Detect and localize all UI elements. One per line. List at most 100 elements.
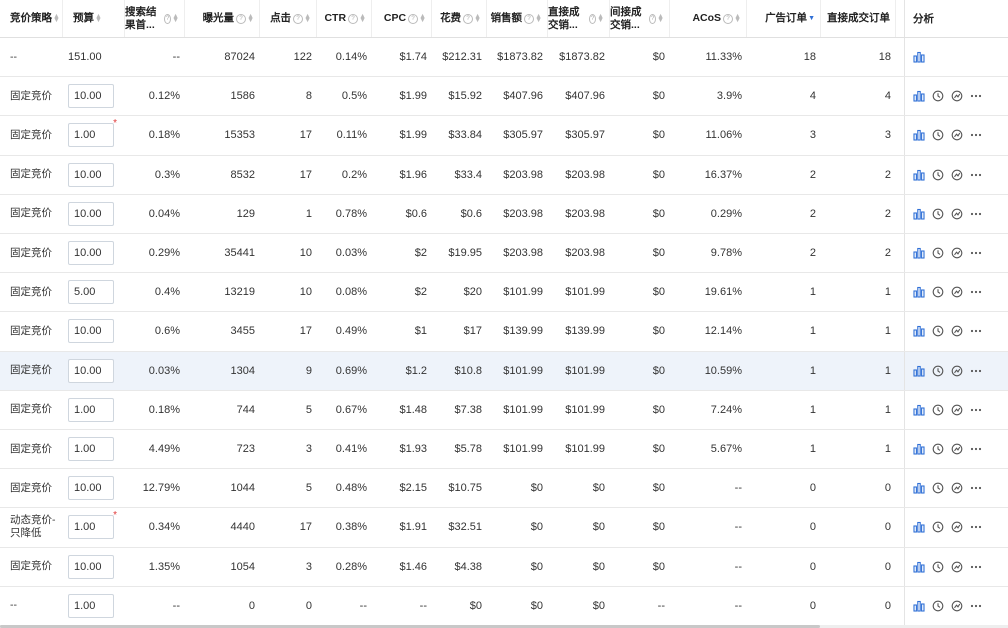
clock-icon[interactable] — [932, 600, 944, 612]
help-icon[interactable]: ? — [236, 13, 247, 24]
budget-input[interactable]: 10.00 — [68, 319, 114, 344]
more-icon[interactable] — [970, 129, 982, 141]
search-analyze-icon[interactable] — [951, 482, 963, 494]
budget-input[interactable]: 10.00 — [68, 476, 114, 501]
search-analyze-icon[interactable] — [951, 129, 963, 141]
header-ad-orders[interactable]: 广告订单 ▼ — [747, 0, 821, 37]
more-icon[interactable] — [970, 286, 982, 298]
clock-icon[interactable] — [932, 247, 944, 259]
bar-chart-icon[interactable] — [913, 169, 925, 181]
header-acos[interactable]: ACoS? ▲ ▼ — [670, 0, 747, 37]
clock-icon[interactable] — [932, 325, 944, 337]
budget-input[interactable]: 1.00 — [68, 437, 114, 462]
clock-icon[interactable] — [932, 443, 944, 455]
help-icon[interactable]: ? — [524, 13, 535, 24]
table-row[interactable]: 固定竞价 10.00 0.03% 1304 9 0.69% $1.2 $10.8 $101.99… — [0, 351, 1008, 391]
header-indirect-sales[interactable]: 间接成交销...? ▲ ▼ — [610, 0, 670, 37]
clock-icon[interactable] — [932, 129, 944, 141]
sort-icon[interactable]: ▲ ▼ — [597, 13, 604, 24]
table-row[interactable]: 动态竞价-只降低 1.00 * 0.34% 4440 17 0.38% $1.91 $32.51… — [0, 508, 1008, 548]
budget-input[interactable]: 10.00 — [68, 162, 114, 187]
table-row[interactable]: 固定竞价 10.00 0.6% 3455 17 0.49% $1 $17 $139.99 $139… — [0, 312, 1008, 352]
more-icon[interactable] — [970, 561, 982, 573]
clock-icon[interactable] — [932, 521, 944, 533]
bar-chart-icon[interactable] — [913, 482, 925, 494]
table-row[interactable]: 固定竞价 1.00 * 0.18% 15353 17 0.11% $1.99 $33.84 $30… — [0, 116, 1008, 156]
search-analyze-icon[interactable] — [951, 521, 963, 533]
budget-input[interactable]: 10.00 — [68, 84, 114, 109]
search-analyze-icon[interactable] — [951, 286, 963, 298]
bar-chart-icon[interactable] — [913, 286, 925, 298]
search-analyze-icon[interactable] — [951, 600, 963, 612]
header-cpc[interactable]: CPC? ▲ ▼ — [372, 0, 432, 37]
table-row[interactable]: 固定竞价 10.00 1.35% 1054 3 0.28% $1.46 $4.38 $0 $0 $0… — [0, 547, 1008, 587]
more-icon[interactable] — [970, 208, 982, 220]
help-icon[interactable]: ? — [293, 13, 304, 24]
search-analyze-icon[interactable] — [951, 90, 963, 102]
sort-icon[interactable]: ▲ ▼ — [53, 13, 60, 24]
sort-icon[interactable]: ▲ ▼ — [657, 13, 664, 24]
clock-icon[interactable] — [932, 561, 944, 573]
header-sales[interactable]: 销售额? ▲ ▼ — [487, 0, 548, 37]
more-icon[interactable] — [970, 404, 982, 416]
search-analyze-icon[interactable] — [951, 365, 963, 377]
clock-icon[interactable] — [932, 404, 944, 416]
help-icon[interactable]: ? — [463, 13, 474, 24]
bar-chart-icon[interactable] — [913, 443, 925, 455]
help-icon[interactable]: ? — [588, 13, 597, 24]
bar-chart-icon[interactable] — [913, 247, 925, 259]
budget-input[interactable]: 10.00 — [68, 554, 114, 579]
sort-icon[interactable]: ▲ ▼ — [304, 13, 311, 24]
sort-icon[interactable]: ▲ ▼ — [95, 13, 102, 24]
search-analyze-icon[interactable] — [951, 169, 963, 181]
bar-chart-icon[interactable] — [913, 365, 925, 377]
budget-input[interactable]: 10.00 — [68, 241, 114, 266]
more-icon[interactable] — [970, 169, 982, 181]
search-analyze-icon[interactable] — [951, 325, 963, 337]
help-icon[interactable]: ? — [348, 13, 359, 24]
sort-icon[interactable]: ▼ — [808, 15, 815, 22]
table-row[interactable]: 固定竞价 1.00 4.49% 723 3 0.41% $1.93 $5.78 $101.99 $… — [0, 430, 1008, 470]
table-row[interactable]: 固定竞价 10.00 0.3% 8532 17 0.2% $1.96 $33.4 $203.98… — [0, 155, 1008, 195]
help-icon[interactable]: ? — [649, 13, 657, 24]
more-icon[interactable] — [970, 247, 982, 259]
more-icon[interactable] — [970, 325, 982, 337]
search-analyze-icon[interactable] — [951, 208, 963, 220]
header-search-top[interactable]: 搜索结果首...? ▲ ▼ — [125, 0, 185, 37]
more-icon[interactable] — [970, 443, 982, 455]
help-icon[interactable]: ? — [164, 13, 172, 24]
budget-input[interactable]: 1.00 — [68, 593, 114, 618]
bar-chart-icon[interactable] — [913, 129, 925, 142]
clock-icon[interactable] — [932, 208, 944, 220]
table-row[interactable]: 固定竞价 10.00 0.29% 35441 10 0.03% $2 $19.95 $203.9… — [0, 234, 1008, 274]
header-ctr[interactable]: CTR? ▲ ▼ — [317, 0, 372, 37]
table-row[interactable]: 固定竞价 10.00 0.04% 129 1 0.78% $0.6 $0.6 $203.98 $2… — [0, 194, 1008, 234]
search-analyze-icon[interactable] — [951, 561, 963, 573]
bar-chart-icon[interactable] — [913, 521, 925, 534]
header-budget[interactable]: 预算 ▲ ▼ — [63, 0, 125, 37]
help-icon[interactable]: ? — [408, 13, 419, 24]
clock-icon[interactable] — [932, 169, 944, 181]
bar-chart-icon[interactable] — [913, 51, 925, 63]
budget-input[interactable]: 1.00 * — [68, 118, 117, 148]
table-row[interactable]: -- 1.00 -- 0 0 -- -- $0 $0 $0 -- -- 0 0 — [0, 586, 1008, 626]
budget-input[interactable]: 10.00 — [68, 358, 114, 383]
bar-chart-icon[interactable] — [913, 561, 925, 573]
sort-icon[interactable]: ▲ ▼ — [359, 13, 366, 24]
more-icon[interactable] — [970, 482, 982, 494]
table-row[interactable]: -- 151.00 -- 87024 122 0.14% $1.74 $212.31 $1873… — [0, 38, 1008, 78]
bar-chart-icon[interactable] — [913, 404, 925, 416]
more-icon[interactable] — [970, 600, 982, 612]
table-row[interactable]: 固定竞价 10.00 0.12% 1586 8 0.5% $1.99 $15.92 $407.9… — [0, 77, 1008, 117]
clock-icon[interactable] — [932, 482, 944, 494]
sort-icon[interactable]: ▲ ▼ — [474, 13, 481, 24]
table-row[interactable]: 固定竞价 10.00 12.79% 1044 5 0.48% $2.15 $10.75 $0 $0… — [0, 469, 1008, 509]
header-strategy[interactable]: 竞价策略 ▲ ▼ — [0, 0, 63, 37]
search-analyze-icon[interactable] — [951, 443, 963, 455]
sort-icon[interactable]: ▲ ▼ — [734, 13, 741, 24]
more-icon[interactable] — [970, 521, 982, 533]
table-row[interactable]: 固定竞价 5.00 0.4% 13219 10 0.08% $2 $20 $101.99 $101… — [0, 273, 1008, 313]
clock-icon[interactable] — [932, 365, 944, 377]
sort-icon[interactable]: ▲ ▼ — [172, 13, 179, 24]
header-direct-sales[interactable]: 直接成交销...? ▲ ▼ — [548, 0, 610, 37]
